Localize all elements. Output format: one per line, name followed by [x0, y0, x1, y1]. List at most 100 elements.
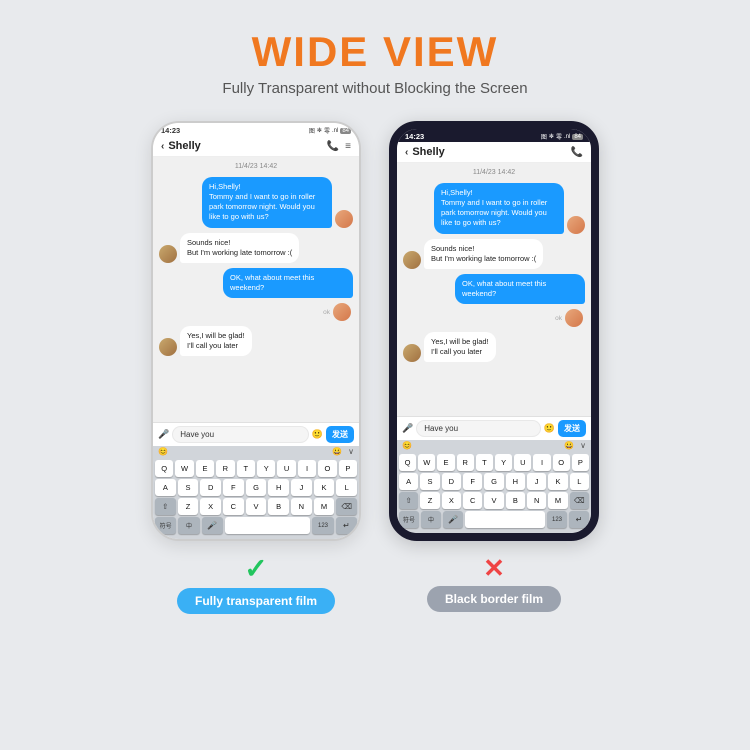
left-kb-emoji-icon[interactable]: 😀 [332, 447, 342, 456]
rkey-h[interactable]: H [506, 473, 525, 490]
key-q[interactable]: Q [155, 460, 173, 477]
key-v[interactable]: V [246, 498, 267, 515]
rkey-b[interactable]: B [506, 492, 525, 509]
left-keyboard: Q W E R T Y U I O P A S D F G H [153, 458, 359, 539]
right-emoji-icon[interactable]: 🙂 [544, 423, 555, 434]
key-delete[interactable]: ⌫ [336, 498, 357, 515]
right-mic-icon[interactable]: 🎤 [402, 423, 413, 434]
rkey-u[interactable]: U [514, 454, 531, 471]
rkey-k[interactable]: K [548, 473, 567, 490]
rkey-delete[interactable]: ⌫ [570, 492, 589, 509]
rkey-d[interactable]: D [442, 473, 461, 490]
rkey-chinese[interactable]: 中 [421, 511, 441, 528]
left-send-button[interactable]: 发送 [326, 426, 354, 443]
left-kb-chevron-icon[interactable]: ∨ [348, 447, 354, 456]
back-arrow-icon[interactable]: ‹ [161, 141, 164, 152]
right-kb-emoji-icon[interactable]: 😀 [564, 441, 574, 450]
rkey-c[interactable]: C [463, 492, 482, 509]
rkey-n[interactable]: N [527, 492, 546, 509]
key-z[interactable]: Z [178, 498, 199, 515]
key-g[interactable]: G [246, 479, 267, 496]
right-send-button[interactable]: 发送 [558, 420, 586, 437]
right-ok-text: ok [555, 315, 562, 322]
key-shift[interactable]: ⇧ [155, 498, 176, 515]
key-m[interactable]: M [314, 498, 335, 515]
right-chat-date: 11/4/23 14:42 [403, 169, 585, 176]
rkey-mic-kb[interactable]: 🎤 [443, 511, 463, 528]
left-mic-icon[interactable]: 🎤 [158, 429, 169, 440]
rkey-g[interactable]: G [484, 473, 503, 490]
rkey-o[interactable]: O [553, 454, 570, 471]
rkey-w[interactable]: W [418, 454, 435, 471]
right-back-arrow-icon[interactable]: ‹ [405, 147, 408, 158]
key-h[interactable]: H [268, 479, 289, 496]
key-j[interactable]: J [291, 479, 312, 496]
left-input-field[interactable]: Have you [172, 426, 309, 443]
right-chat-body: 11/4/23 14:42 Hi,Shelly!Tommy and I want… [397, 163, 591, 416]
rkey-r[interactable]: R [457, 454, 474, 471]
key-space[interactable] [225, 517, 310, 534]
key-a[interactable]: A [155, 479, 176, 496]
key-k[interactable]: K [314, 479, 335, 496]
right-input-area: 🎤 Have you 🙂 发送 [397, 416, 591, 440]
rkey-j[interactable]: J [527, 473, 546, 490]
menu-icon[interactable]: ≡ [345, 141, 351, 152]
key-r[interactable]: R [216, 460, 234, 477]
rkey-return[interactable]: ↵ [569, 511, 589, 528]
left-emoji-icon[interactable]: 🙂 [312, 429, 323, 440]
key-o[interactable]: O [318, 460, 336, 477]
rkey-123[interactable]: 123 [547, 511, 567, 528]
right-msg-3: OK, what about meet this weekend? [403, 274, 585, 304]
right-kb-sticker-icon[interactable]: 😊 [402, 441, 412, 450]
key-n[interactable]: N [291, 498, 312, 515]
key-w[interactable]: W [175, 460, 193, 477]
rkey-q[interactable]: Q [399, 454, 416, 471]
key-symbol[interactable]: 符号 [155, 517, 176, 534]
key-s[interactable]: S [178, 479, 199, 496]
right-kb-chevron-icon[interactable]: ∨ [580, 441, 586, 450]
key-b[interactable]: B [268, 498, 289, 515]
key-d[interactable]: D [200, 479, 221, 496]
key-x[interactable]: X [200, 498, 221, 515]
left-bubble-3: OK, what about meet this weekend? [223, 268, 353, 298]
key-l[interactable]: L [336, 479, 357, 496]
phone-icon[interactable]: 📞 [327, 141, 339, 152]
rkey-space[interactable] [465, 511, 545, 528]
right-label-section: ✕ Black border film [427, 555, 561, 612]
rkey-shift[interactable]: ⇧ [399, 492, 418, 509]
key-t[interactable]: T [237, 460, 255, 477]
key-chinese[interactable]: 中 [178, 517, 199, 534]
rkey-t[interactable]: T [476, 454, 493, 471]
rkey-m[interactable]: M [548, 492, 567, 509]
left-kb-sticker-icon[interactable]: 😊 [158, 447, 168, 456]
right-input-field[interactable]: Have you [416, 420, 541, 437]
rkey-l[interactable]: L [570, 473, 589, 490]
key-f[interactable]: F [223, 479, 244, 496]
rkey-s[interactable]: S [420, 473, 439, 490]
rkey-p[interactable]: P [572, 454, 589, 471]
left-ok-text: ok [323, 309, 330, 316]
rkey-y[interactable]: Y [495, 454, 512, 471]
rkey-v[interactable]: V [484, 492, 503, 509]
rkey-symbol[interactable]: 符号 [399, 511, 419, 528]
rkey-z[interactable]: Z [420, 492, 439, 509]
right-phone-icon[interactable]: 📞 [571, 147, 583, 158]
rkey-a[interactable]: A [399, 473, 418, 490]
key-mic-kb[interactable]: 🎤 [202, 517, 223, 534]
left-checkmark: ✓ [244, 555, 267, 583]
key-u[interactable]: U [277, 460, 295, 477]
key-c[interactable]: C [223, 498, 244, 515]
key-p[interactable]: P [339, 460, 357, 477]
key-y[interactable]: Y [257, 460, 275, 477]
key-e[interactable]: E [196, 460, 214, 477]
rkey-f[interactable]: F [463, 473, 482, 490]
key-return[interactable]: ↵ [336, 517, 357, 534]
rkey-e[interactable]: E [437, 454, 454, 471]
left-msg-3: OK, what about meet this weekend? [159, 268, 353, 298]
key-123[interactable]: 123 [312, 517, 333, 534]
key-i[interactable]: I [298, 460, 316, 477]
rkey-x[interactable]: X [442, 492, 461, 509]
left-status-bar: 14:23 图 ✻ 零 .nl 84 [153, 123, 359, 136]
rkey-i[interactable]: I [533, 454, 550, 471]
left-status-time: 14:23 [161, 126, 180, 135]
